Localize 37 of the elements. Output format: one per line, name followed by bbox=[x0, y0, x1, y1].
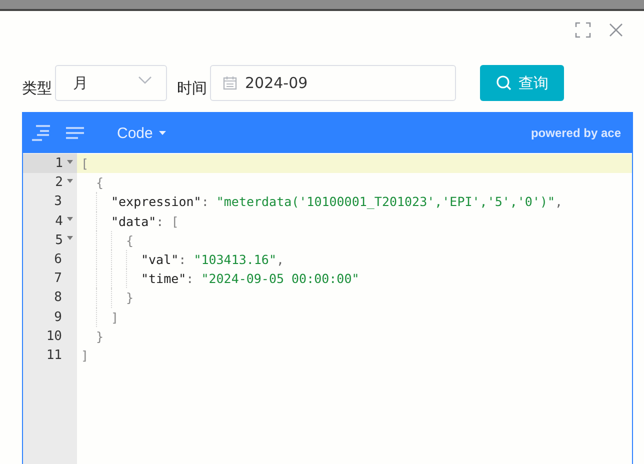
search-icon bbox=[496, 75, 512, 91]
line-number: 6 bbox=[53, 251, 63, 270]
line-number: 9 bbox=[53, 308, 63, 327]
code-line: { bbox=[126, 232, 134, 248]
type-select[interactable]: 月 bbox=[55, 65, 167, 101]
line-number: 10 bbox=[45, 328, 63, 346]
code-line: ] bbox=[111, 310, 119, 325]
line-number: 11 bbox=[45, 346, 63, 365]
line-number: 8 bbox=[53, 289, 63, 308]
code-line: } bbox=[126, 290, 134, 306]
type-label: 类型 bbox=[22, 78, 52, 98]
code-line: } bbox=[96, 328, 104, 344]
code-line: { bbox=[96, 175, 104, 190]
calendar-icon bbox=[223, 76, 237, 90]
fullscreen-icon[interactable] bbox=[575, 22, 591, 38]
code-line: ] bbox=[81, 348, 89, 363]
code-line: [ bbox=[81, 156, 89, 172]
indent-icon[interactable] bbox=[31, 124, 51, 142]
date-value: 2024-09 bbox=[245, 74, 308, 92]
align-left-icon[interactable] bbox=[65, 126, 85, 140]
line-number: 7 bbox=[53, 270, 63, 288]
code-line: "data": [ bbox=[111, 214, 179, 229]
line-number: 4 bbox=[23, 212, 77, 231]
line-number: 3 bbox=[53, 193, 63, 212]
branding-text: powered by ace bbox=[530, 126, 621, 140]
time-label: 时间 bbox=[177, 78, 207, 98]
code-line: "time": "2024-09-05 00:00:00" bbox=[141, 271, 360, 286]
code-line: "expression": "meterdata('10100001_T201023','EPI','5','0')", bbox=[111, 194, 563, 210]
close-icon[interactable] bbox=[609, 23, 623, 37]
line-number: 2 bbox=[23, 173, 77, 192]
line-number: 1 bbox=[23, 154, 77, 174]
caret-icon bbox=[158, 131, 166, 135]
date-field[interactable]: 2024-09 bbox=[210, 65, 456, 101]
chevron-down-icon bbox=[138, 76, 152, 84]
select-value: 月 bbox=[73, 74, 88, 92]
code-line: "val": "103413.16", bbox=[141, 252, 284, 268]
line-number: 5 bbox=[23, 230, 77, 250]
